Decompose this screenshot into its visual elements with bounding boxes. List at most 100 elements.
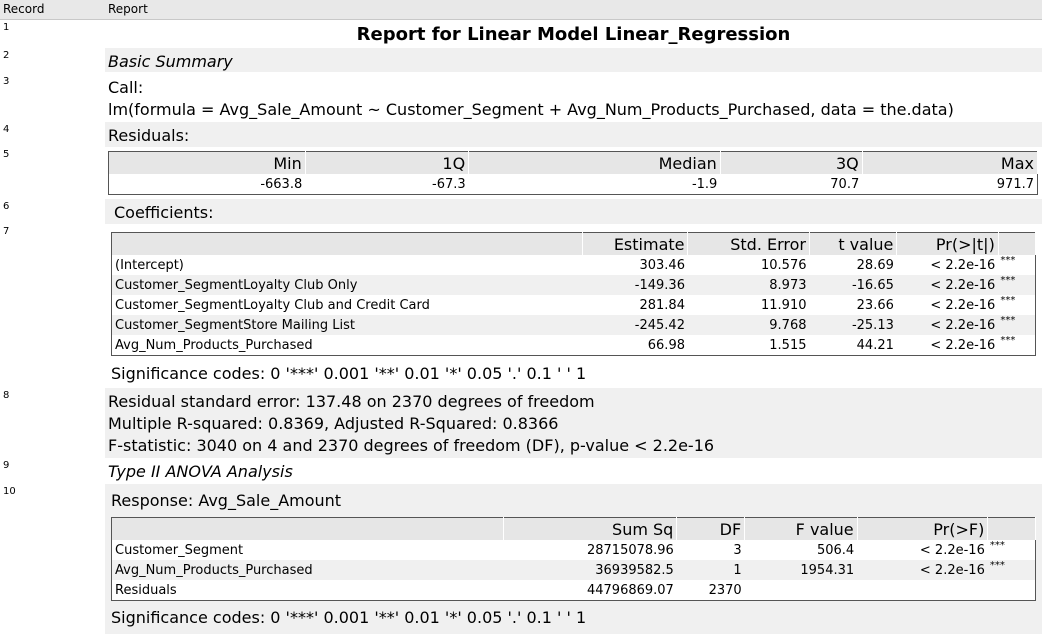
coef-estimate: -149.36 bbox=[582, 275, 688, 295]
anova-f-value: 506.4 bbox=[744, 540, 858, 560]
anova-signif-stars bbox=[987, 580, 1036, 601]
anova-sum-sq: 28715078.96 bbox=[503, 540, 677, 560]
coef-signif-stars: *** bbox=[998, 315, 1036, 335]
coef-name: Customer_SegmentStore Mailing List bbox=[111, 315, 583, 335]
anova-p-value bbox=[857, 580, 988, 601]
coef-signif-stars: *** bbox=[998, 335, 1036, 356]
coef-estimate: 303.46 bbox=[582, 255, 688, 275]
anova-table: Sum Sq DF F value Pr(>F) Customer_Segmen… bbox=[111, 517, 1036, 601]
coef-signif-stars: *** bbox=[998, 275, 1036, 295]
f-statistic: F-statistic: 3040 on 4 and 2370 degrees … bbox=[108, 436, 715, 455]
significance-codes: Significance codes: 0 '***' 0.001 '**' 0… bbox=[111, 364, 587, 383]
residuals-header-min: Min bbox=[108, 151, 306, 174]
coef-std-error: 9.768 bbox=[687, 315, 810, 335]
coef-std-error: 10.576 bbox=[687, 255, 810, 275]
anova-df: 1 bbox=[676, 560, 745, 580]
coef-std-error: 11.910 bbox=[687, 295, 810, 315]
coef-p-value: < 2.2e-16 bbox=[896, 275, 999, 295]
anova-term: Avg_Num_Products_Purchased bbox=[111, 560, 504, 580]
record-number: 10 bbox=[3, 486, 16, 497]
record-number: 9 bbox=[3, 460, 10, 471]
coef-p-value: < 2.2e-16 bbox=[896, 295, 999, 315]
anova-p-value: < 2.2e-16 bbox=[857, 560, 988, 580]
record-number: 6 bbox=[3, 201, 10, 212]
table-row: Residuals 44796869.07 2370 bbox=[111, 580, 1036, 601]
anova-signif-stars: *** bbox=[987, 540, 1036, 560]
anova-p-value: < 2.2e-16 bbox=[857, 540, 988, 560]
residuals-value-3q: 70.7 bbox=[720, 174, 863, 195]
coef-name: Customer_SegmentLoyalty Club and Credit … bbox=[111, 295, 583, 315]
residuals-table: Min 1Q Median 3Q Max -663.8 -67.3 -1.9 7… bbox=[108, 151, 1039, 195]
residuals-value-max: 971.7 bbox=[862, 174, 1038, 195]
row-band bbox=[105, 122, 1042, 147]
residual-std-error: Residual standard error: 137.48 on 2370 … bbox=[108, 392, 595, 411]
residuals-value-1q: -67.3 bbox=[305, 174, 469, 195]
residuals-value-median: -1.9 bbox=[468, 174, 721, 195]
table-row: Customer_SegmentLoyalty Club and Credit … bbox=[111, 295, 1036, 315]
coefficients-header-estimate: Estimate bbox=[582, 232, 689, 255]
record-number: 4 bbox=[3, 124, 10, 135]
coefficients-header-std-error: Std. Error bbox=[687, 232, 810, 255]
residuals-header-median: Median bbox=[468, 151, 721, 174]
coef-t-value: -25.13 bbox=[809, 315, 897, 335]
anova-term: Residuals bbox=[111, 580, 504, 601]
significance-codes-2: Significance codes: 0 '***' 0.001 '**' 0… bbox=[111, 608, 587, 627]
r-squared: Multiple R-squared: 0.8369, Adjusted R-S… bbox=[108, 414, 559, 433]
anova-df: 3 bbox=[676, 540, 745, 560]
residuals-header-1q: 1Q bbox=[305, 151, 470, 174]
coef-name: (Intercept) bbox=[111, 255, 583, 275]
coef-name: Customer_SegmentLoyalty Club Only bbox=[111, 275, 583, 295]
anova-heading: Type II ANOVA Analysis bbox=[108, 462, 293, 481]
coef-signif-stars: *** bbox=[998, 255, 1036, 275]
coef-p-value: < 2.2e-16 bbox=[896, 255, 999, 275]
report-title: Report for Linear Model Linear_Regressio… bbox=[356, 24, 791, 45]
row-band bbox=[105, 48, 1042, 72]
anova-df: 2370 bbox=[676, 580, 745, 601]
anova-header-df: DF bbox=[676, 517, 746, 540]
coef-signif-stars: *** bbox=[998, 295, 1036, 315]
table-row: Avg_Num_Products_Purchased 36939582.5 1 … bbox=[111, 560, 1036, 580]
coef-std-error: 8.973 bbox=[687, 275, 810, 295]
coef-estimate: 66.98 bbox=[582, 335, 688, 356]
anova-term: Customer_Segment bbox=[111, 540, 504, 560]
anova-f-value bbox=[744, 580, 858, 601]
table-row: Avg_Num_Products_Purchased 66.98 1.515 4… bbox=[111, 335, 1036, 356]
anova-sum-sq: 44796869.07 bbox=[503, 580, 677, 601]
record-number: 8 bbox=[3, 390, 10, 401]
residuals-label: Residuals: bbox=[108, 126, 190, 145]
anova-signif-stars: *** bbox=[987, 560, 1036, 580]
coefficients-header-t-value: t value bbox=[809, 232, 898, 255]
coef-estimate: 281.84 bbox=[582, 295, 688, 315]
coefficients-header-blank bbox=[111, 232, 584, 255]
record-number: 2 bbox=[3, 50, 10, 61]
anova-header-sum-sq: Sum Sq bbox=[503, 517, 678, 540]
coefficients-header-sig bbox=[998, 232, 1037, 255]
call-label: Call: bbox=[108, 78, 144, 97]
table-row: Customer_SegmentStore Mailing List -245.… bbox=[111, 315, 1036, 335]
basic-summary-heading: Basic Summary bbox=[108, 52, 233, 71]
residuals-header-max: Max bbox=[862, 151, 1039, 174]
anova-sum-sq: 36939582.5 bbox=[503, 560, 677, 580]
table-row: Customer_Segment 28715078.96 3 506.4 < 2… bbox=[111, 540, 1036, 560]
call-formula: lm(formula = Avg_Sale_Amount ~ Customer_… bbox=[108, 100, 954, 119]
record-number: 5 bbox=[3, 149, 10, 160]
table-row: Customer_SegmentLoyalty Club Only -149.3… bbox=[111, 275, 1036, 295]
anova-header-f-value: F value bbox=[744, 517, 858, 540]
anova-header-blank bbox=[111, 517, 505, 540]
record-column-header: Record bbox=[0, 0, 108, 20]
coef-estimate: -245.42 bbox=[582, 315, 688, 335]
coefficients-label: Coefficients: bbox=[114, 203, 214, 222]
anova-header-sig bbox=[987, 517, 1036, 540]
table-row: (Intercept) 303.46 10.576 28.69 < 2.2e-1… bbox=[111, 255, 1036, 275]
coefficients-header-p: Pr(>|t|) bbox=[896, 232, 999, 255]
record-number: 7 bbox=[3, 226, 10, 237]
row-band bbox=[105, 199, 1042, 224]
coef-p-value: < 2.2e-16 bbox=[896, 335, 999, 356]
coef-std-error: 1.515 bbox=[687, 335, 810, 356]
coef-p-value: < 2.2e-16 bbox=[896, 315, 999, 335]
report-column-header: Report bbox=[105, 0, 1042, 20]
anova-f-value: 1954.31 bbox=[744, 560, 858, 580]
record-number: 3 bbox=[3, 76, 10, 87]
anova-header-p: Pr(>F) bbox=[857, 517, 989, 540]
coef-t-value: -16.65 bbox=[809, 275, 897, 295]
